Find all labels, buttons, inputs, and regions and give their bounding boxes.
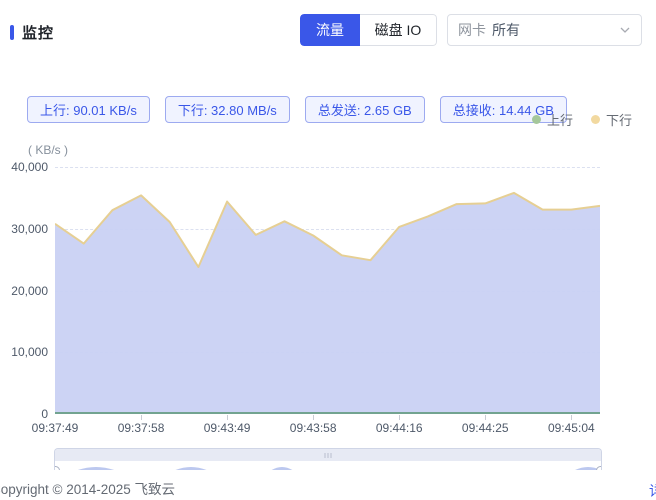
y-axis-tick-label: 10,000 bbox=[0, 345, 48, 359]
x-axis-tick bbox=[571, 415, 572, 420]
tab-traffic[interactable]: 流量 bbox=[300, 14, 360, 46]
x-axis-tick-label: 09:37:49 bbox=[15, 421, 95, 435]
x-axis-tick-label: 09:44:16 bbox=[359, 421, 439, 435]
x-axis-tick-label: 09:43:49 bbox=[187, 421, 267, 435]
x-axis-tick-label: 09:37:58 bbox=[101, 421, 181, 435]
x-axis-tick-label: 09:44:25 bbox=[445, 421, 525, 435]
plot-area bbox=[55, 167, 600, 414]
legend-dot-up-icon bbox=[532, 115, 541, 124]
footer-link-fragment[interactable]: 详情 bbox=[649, 481, 656, 500]
nic-select-value: 所有 bbox=[492, 20, 619, 40]
y-axis-tick-label: 40,000 bbox=[0, 160, 48, 174]
datazoom-grip-icon[interactable] bbox=[325, 453, 332, 458]
y-axis-tick-label: 30,000 bbox=[0, 222, 48, 236]
stat-badge-upload-rate: 上行: 90.01 KB/s bbox=[27, 96, 150, 123]
nic-select-label: 网卡 bbox=[458, 20, 486, 40]
monitor-page: { "header": { "title": "监控", "tabs": [ {… bbox=[0, 0, 656, 500]
stat-badge-total-sent: 总发送: 2.65 GB bbox=[305, 96, 425, 123]
datazoom-preview bbox=[55, 461, 601, 470]
datazoom-slider[interactable] bbox=[54, 448, 602, 470]
x-axis-tick bbox=[399, 415, 400, 420]
y-axis-tick-label: 0 bbox=[0, 407, 48, 421]
chart-type-tabs: 流量 磁盘 IO bbox=[300, 14, 437, 46]
x-axis-tick bbox=[313, 415, 314, 420]
stat-badge-download-rate: 下行: 32.80 MB/s bbox=[165, 96, 290, 123]
y-axis-unit-label: ( KB/s ) bbox=[28, 143, 68, 157]
legend-label-up: 上行 bbox=[547, 110, 573, 129]
chevron-down-icon bbox=[619, 24, 631, 36]
x-axis-tick bbox=[485, 415, 486, 420]
legend-label-down: 下行 bbox=[606, 110, 632, 129]
nic-select[interactable]: 网卡 所有 bbox=[447, 14, 642, 46]
x-axis-tick-label: 09:43:58 bbox=[273, 421, 353, 435]
stats-row: 上行: 90.01 KB/s 下行: 32.80 MB/s 总发送: 2.65 … bbox=[27, 96, 567, 123]
datazoom-handle-right[interactable] bbox=[596, 466, 602, 470]
tab-disk-io[interactable]: 磁盘 IO bbox=[360, 14, 437, 46]
x-axis-tick-label: 09:45:04 bbox=[531, 421, 611, 435]
legend-item-down[interactable]: 下行 bbox=[591, 110, 632, 129]
page-title: 监控 bbox=[10, 22, 54, 43]
area-chart-svg bbox=[55, 167, 600, 414]
title-accent-bar bbox=[10, 25, 14, 40]
legend-item-up[interactable]: 上行 bbox=[532, 110, 573, 129]
y-axis-tick-label: 20,000 bbox=[0, 284, 48, 298]
page-title-text: 监控 bbox=[22, 22, 54, 43]
chart-legend: 上行 下行 bbox=[532, 110, 632, 129]
copyright-text: Copyright © 2014-2025 飞致云 bbox=[0, 478, 175, 498]
x-axis-tick bbox=[141, 415, 142, 420]
legend-dot-down-icon bbox=[591, 115, 600, 124]
x-axis-tick bbox=[227, 415, 228, 420]
